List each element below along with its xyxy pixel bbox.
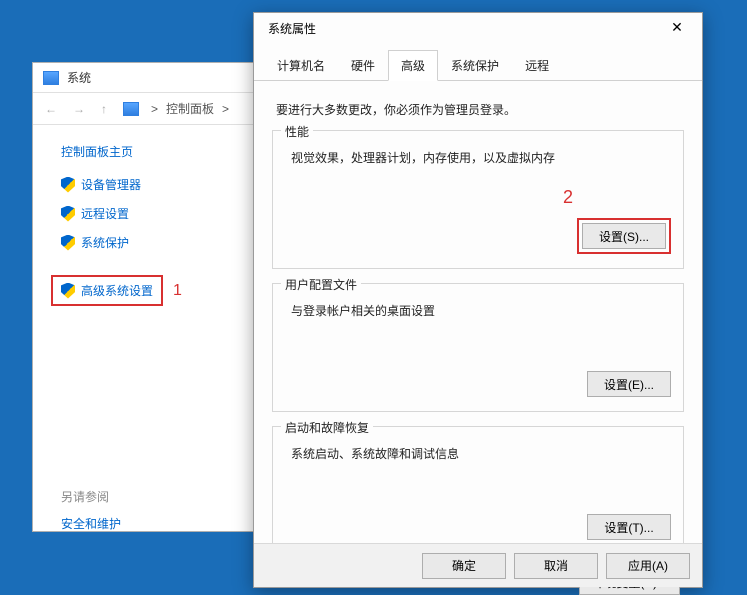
group-user-profiles: 用户配置文件 与登录帐户相关的桌面设置 设置(E)... [272,283,684,412]
group-title-user-profiles: 用户配置文件 [281,276,361,293]
group-performance: 性能 视觉效果，处理器计划，内存使用，以及虚拟内存 2 设置(S)... [272,130,684,269]
group-title-startup-recovery: 启动和故障恢复 [281,419,373,436]
system-window-title: 系统 [67,69,91,86]
group-title-performance: 性能 [281,123,313,140]
nav-forward-icon[interactable]: → [69,102,89,116]
startup-recovery-settings-button[interactable]: 设置(T)... [587,514,671,540]
dialog-title: 系统属性 [268,20,316,37]
annotation-two: 2 [563,187,573,208]
intro-text: 要进行大多数更改，你必须作为管理员登录。 [276,101,680,118]
sidebar-item-label: 远程设置 [81,205,129,222]
shield-icon [61,283,75,299]
annotation-one: 1 [173,282,182,300]
tab-bar: 计算机名 硬件 高级 系统保护 远程 [254,43,702,81]
group-desc-performance: 视觉效果，处理器计划，内存使用，以及虚拟内存 [291,149,671,166]
sidebar-item-advanced-system-settings[interactable]: 高级系统设置 [51,275,163,306]
monitor-icon [123,102,139,116]
performance-settings-button[interactable]: 设置(S)... [582,223,666,249]
shield-icon [61,235,75,251]
highlight-settings-button: 设置(S)... [577,218,671,254]
group-startup-recovery: 启动和故障恢复 系统启动、系统故障和调试信息 设置(T)... [272,426,684,555]
shield-icon [61,206,75,222]
breadcrumb-root[interactable]: 控制面板 [166,100,214,117]
nav-back-icon[interactable]: ← [41,102,61,116]
system-properties-dialog: 系统属性 ✕ 计算机名 硬件 高级 系统保护 远程 要进行大多数更改，你必须作为… [253,12,703,588]
dialog-titlebar[interactable]: 系统属性 ✕ [254,13,702,43]
tab-system-protection[interactable]: 系统保护 [438,50,512,81]
tab-hardware[interactable]: 硬件 [338,50,388,81]
ok-button[interactable]: 确定 [422,553,506,579]
apply-button[interactable]: 应用(A) [606,553,690,579]
sidebar-item-label: 设备管理器 [81,176,141,193]
dialog-body: 要进行大多数更改，你必须作为管理员登录。 性能 视觉效果，处理器计划，内存使用，… [254,81,702,595]
sidebar-item-label: 高级系统设置 [81,282,153,299]
breadcrumb-sep: > [222,102,229,116]
group-desc-user-profiles: 与登录帐户相关的桌面设置 [291,302,671,319]
tab-computer-name[interactable]: 计算机名 [264,50,338,81]
shield-icon [61,177,75,193]
sidebar-item-label: 系统保护 [81,234,129,251]
dialog-footer: 确定 取消 应用(A) [254,543,702,587]
user-profiles-settings-button[interactable]: 设置(E)... [587,371,671,397]
close-button[interactable]: ✕ [660,17,694,39]
cancel-button[interactable]: 取消 [514,553,598,579]
tab-remote[interactable]: 远程 [512,50,562,81]
group-desc-startup-recovery: 系统启动、系统故障和调试信息 [291,445,671,462]
monitor-icon [43,71,59,85]
breadcrumb-sep: > [151,102,158,116]
tab-advanced[interactable]: 高级 [388,50,438,81]
nav-up-icon[interactable]: ↑ [97,102,111,116]
